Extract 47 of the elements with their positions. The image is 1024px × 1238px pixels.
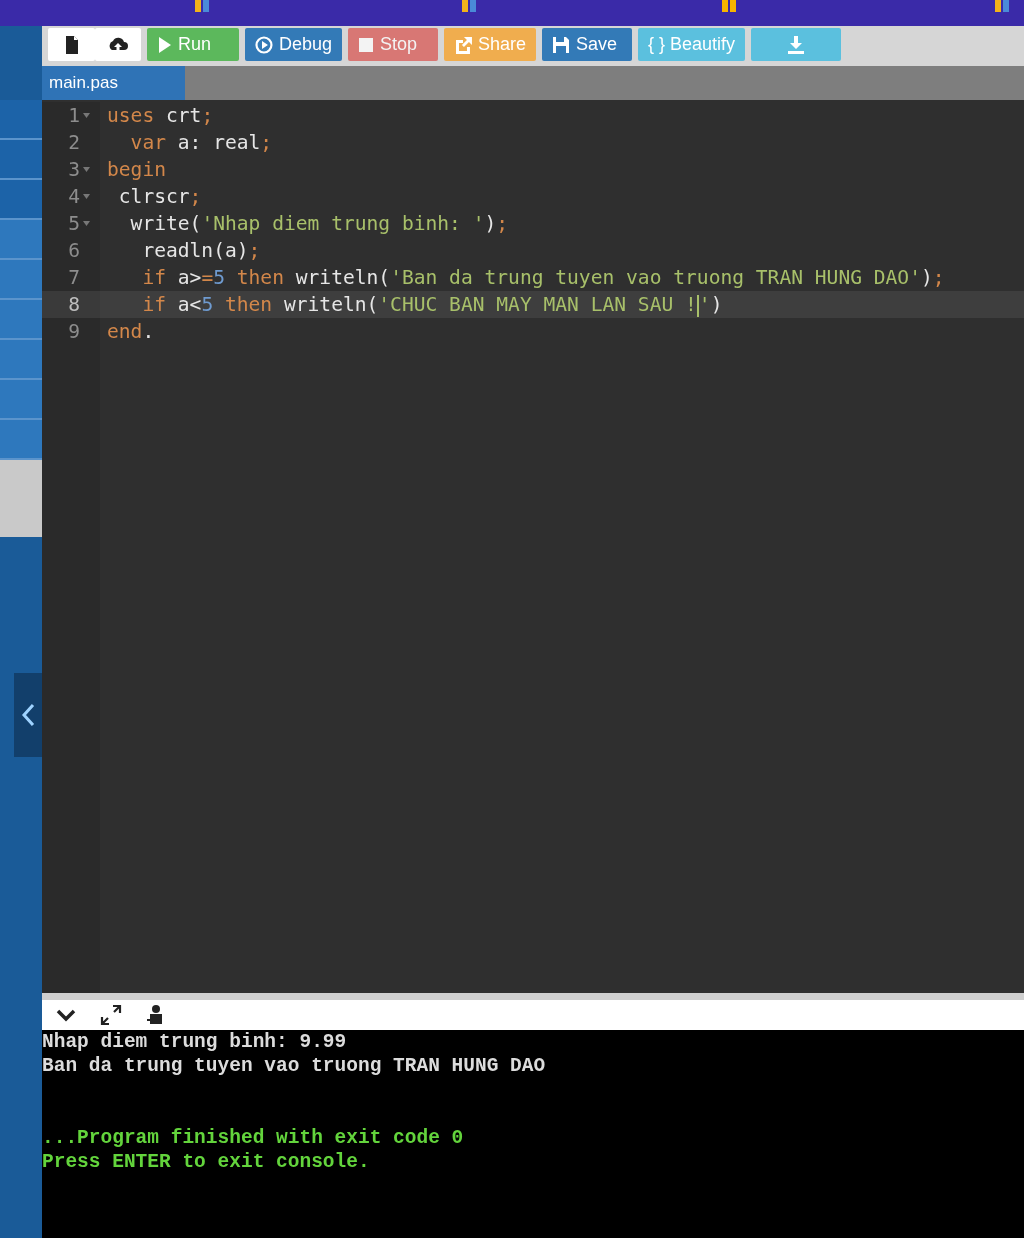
circle-play-icon — [255, 35, 273, 54]
new-file-button[interactable] — [48, 28, 95, 61]
console-line: Nhap diem trung binh: 9.99 — [42, 1030, 348, 1054]
run-button[interactable]: Run — [147, 28, 239, 61]
upload-button[interactable] — [95, 28, 141, 61]
line-number: 4 — [68, 184, 80, 210]
share-icon — [454, 35, 472, 54]
chevron-left-icon — [21, 703, 35, 727]
text-cursor — [696, 294, 699, 317]
fold-arrow-icon[interactable] — [82, 113, 90, 118]
download-icon — [787, 34, 805, 55]
line-number: 7 — [68, 265, 80, 291]
code-line: clrscr; — [117, 184, 203, 210]
code-line: var a: real; — [129, 130, 274, 156]
sidebar-item[interactable] — [0, 180, 42, 220]
file-tab[interactable]: main.pas — [42, 66, 185, 100]
line-number: 6 — [68, 238, 80, 264]
fold-arrow-icon[interactable] — [82, 221, 90, 226]
chevron-down-icon[interactable] — [56, 1008, 76, 1022]
line-number: 5 — [68, 211, 80, 237]
code-line: write('Nhap diem trung binh: '); — [129, 211, 510, 237]
sidebar-item[interactable] — [0, 140, 42, 180]
line-number: 3 — [68, 157, 80, 183]
beautify-button[interactable]: { } Beautify — [638, 28, 745, 61]
line-number: 9 — [68, 319, 80, 345]
code-line: begin — [106, 157, 167, 183]
code-line: end. — [106, 319, 156, 345]
exit-message: Press ENTER to exit console. — [42, 1150, 371, 1174]
code-line: if a>=5 then writeln('Ban da trung tuyen vao truong TRAN HUNG DAO'); — [141, 265, 946, 291]
stop-square-icon — [358, 36, 374, 53]
line-number: 2 — [68, 130, 80, 156]
code-line: readln(a); — [141, 238, 262, 264]
exit-message: ...Program finished with exit code 0 — [42, 1126, 465, 1150]
collapse-sidebar-button[interactable] — [14, 673, 42, 757]
save-button[interactable]: Save — [542, 28, 632, 61]
fold-arrow-icon[interactable] — [82, 194, 90, 199]
console-line: Ban da trung tuyen vao truong TRAN HUNG DAO — [42, 1054, 547, 1078]
line-number: 1 — [68, 103, 80, 129]
expand-icon[interactable] — [100, 1004, 122, 1026]
code-line: uses crt; — [106, 103, 215, 129]
sidebar-item[interactable] — [0, 100, 42, 140]
line-number: 8 — [68, 292, 80, 318]
download-button[interactable] — [751, 28, 841, 61]
share-button[interactable]: Share — [444, 28, 536, 61]
play-icon — [157, 35, 172, 54]
fold-arrow-icon[interactable] — [82, 167, 90, 172]
debug-button[interactable]: Debug — [245, 28, 342, 61]
